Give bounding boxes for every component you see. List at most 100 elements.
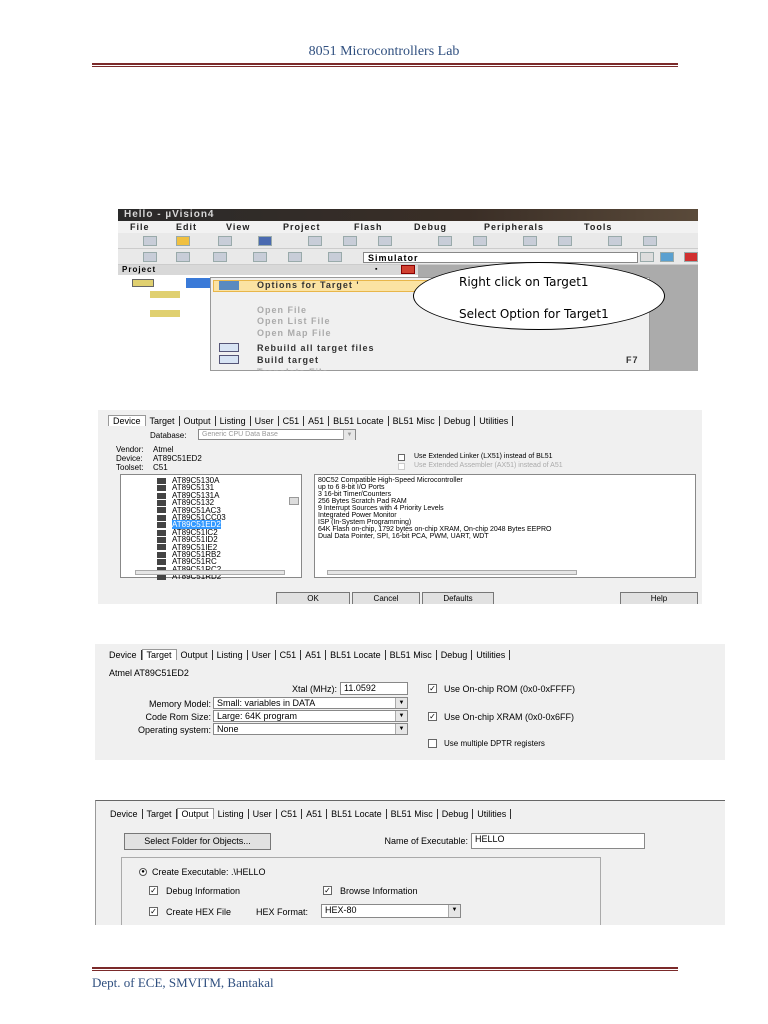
save-icon[interactable] <box>218 236 232 246</box>
redo-icon[interactable] <box>473 236 487 246</box>
memory-model-select[interactable]: Small: variables in DATA ▼ <box>213 697 408 709</box>
batch-build-icon[interactable] <box>253 252 267 262</box>
chevron-down-icon[interactable] <box>640 252 654 262</box>
menu-project[interactable]: Project <box>283 221 321 233</box>
context-menu-item[interactable]: Open List File <box>257 316 331 326</box>
menu-debug[interactable]: Debug <box>414 221 447 233</box>
os-select[interactable]: None ▼ <box>213 723 408 735</box>
rebuild-icon[interactable] <box>213 252 227 262</box>
tab-target[interactable]: Target <box>146 416 180 426</box>
tab-bl51-locate[interactable]: BL51 Locate <box>326 650 386 660</box>
tab-listing[interactable]: Listing <box>216 416 251 426</box>
device-tree-list[interactable]: AT89C5130A AT89C5131 AT89C5131A AT89C5132 AT… <box>120 474 302 581</box>
tab-c51[interactable]: C51 <box>276 650 302 660</box>
tab-listing[interactable]: Listing <box>214 809 249 819</box>
tab-c51[interactable]: C51 <box>277 809 303 819</box>
tab-a51[interactable]: A51 <box>301 650 327 660</box>
close-icon[interactable] <box>401 265 415 274</box>
help-button[interactable]: Help <box>620 592 698 604</box>
browse-info-checkbox[interactable]: ✓ <box>323 886 332 895</box>
create-exe-radio[interactable]: ● <box>139 868 147 876</box>
debug-info-checkbox[interactable]: ✓ <box>149 886 158 895</box>
download-icon[interactable] <box>328 252 342 262</box>
exe-name-input[interactable]: HELLO <box>471 833 645 849</box>
tab-bl51-misc[interactable]: BL51 Misc <box>387 809 438 819</box>
menu-tools[interactable]: Tools <box>584 221 612 233</box>
tab-a51[interactable]: A51 <box>302 809 328 819</box>
lx51-checkbox[interactable] <box>398 454 405 461</box>
target-options-icon[interactable] <box>660 252 674 262</box>
context-menu-item[interactable]: Translate File <box>257 367 329 371</box>
defaults-button[interactable]: Defaults <box>422 592 494 604</box>
xtal-input[interactable]: 11.0592 <box>340 682 408 695</box>
tab-bl51-misc[interactable]: BL51 Misc <box>389 416 440 426</box>
dptr-checkbox[interactable] <box>428 739 437 748</box>
menu-flash[interactable]: Flash <box>354 221 383 233</box>
create-hex-checkbox[interactable]: ✓ <box>149 907 158 916</box>
tab-output[interactable]: Output <box>177 650 213 660</box>
save-all-icon[interactable] <box>258 236 272 246</box>
nav-back-icon[interactable] <box>523 236 537 246</box>
pin-icon[interactable]: ▪ <box>375 266 383 274</box>
tab-debug[interactable]: Debug <box>438 809 474 819</box>
bookmark-prev-icon[interactable] <box>643 236 657 246</box>
menu-file[interactable]: File <box>130 221 150 233</box>
tab-target[interactable]: Target <box>141 649 177 660</box>
menu-edit[interactable]: Edit <box>176 221 197 233</box>
tab-listing[interactable]: Listing <box>213 650 248 660</box>
menu-peripherals[interactable]: Peripherals <box>484 221 544 233</box>
context-menu-item[interactable]: Open Map File <box>257 328 332 338</box>
cancel-button[interactable]: Cancel <box>352 592 420 604</box>
nav-forward-icon[interactable] <box>558 236 572 246</box>
hex-format-select[interactable]: HEX-80 ▼ <box>321 904 461 918</box>
context-menu-item[interactable]: Build target <box>257 355 319 365</box>
stop-build-icon[interactable] <box>288 252 302 262</box>
cut-icon[interactable] <box>308 236 322 246</box>
tab-target[interactable]: Target <box>143 809 177 819</box>
new-file-icon[interactable] <box>143 236 157 246</box>
horizontal-scrollbar[interactable] <box>135 570 285 575</box>
context-menu-item[interactable]: Options for Target ' <box>257 280 359 290</box>
tab-debug[interactable]: Debug <box>440 416 476 426</box>
tab-device[interactable]: Device <box>108 415 146 426</box>
tab-user[interactable]: User <box>251 416 279 426</box>
copy-icon[interactable] <box>343 236 357 246</box>
tab-bl51-misc[interactable]: BL51 Misc <box>386 650 437 660</box>
tab-bl51-locate[interactable]: BL51 Locate <box>329 416 389 426</box>
tab-user[interactable]: User <box>248 650 276 660</box>
tab-a51[interactable]: A51 <box>304 416 330 426</box>
context-menu-item[interactable]: Open File <box>257 305 307 315</box>
ok-button[interactable]: OK <box>276 592 350 604</box>
menu-view[interactable]: View <box>226 221 250 233</box>
code-rom-select[interactable]: Large: 64K program ▼ <box>213 710 408 722</box>
tab-debug[interactable]: Debug <box>437 650 473 660</box>
tab-device[interactable]: Device <box>105 650 142 660</box>
database-select[interactable]: Generic CPU Data Base ▼ <box>198 429 356 440</box>
bookmark-icon[interactable] <box>608 236 622 246</box>
tab-utilities[interactable]: Utilities <box>475 416 514 426</box>
tab-output[interactable]: Output <box>180 416 216 426</box>
project-tree-root[interactable] <box>132 279 154 287</box>
onchip-rom-checkbox[interactable]: ✓ <box>428 684 437 693</box>
tab-utilities[interactable]: Utilities <box>473 809 512 819</box>
onchip-xram-checkbox[interactable]: ✓ <box>428 712 437 721</box>
manage-components-icon[interactable] <box>684 252 698 262</box>
undo-icon[interactable] <box>438 236 452 246</box>
source-group-node[interactable] <box>150 310 180 317</box>
horizontal-scrollbar[interactable] <box>327 570 577 575</box>
tab-bl51-locate[interactable]: BL51 Locate <box>327 809 387 819</box>
tab-utilities[interactable]: Utilities <box>472 650 511 660</box>
tab-c51[interactable]: C51 <box>279 416 305 426</box>
build-icon[interactable] <box>176 252 190 262</box>
tab-user[interactable]: User <box>249 809 277 819</box>
target-select[interactable]: Simulator <box>363 252 638 263</box>
context-menu-item[interactable]: Rebuild all target files <box>257 343 375 353</box>
vertical-scrollbar[interactable] <box>289 497 299 505</box>
source-group-node[interactable] <box>150 291 180 298</box>
tab-device[interactable]: Device <box>106 809 143 819</box>
translate-icon[interactable] <box>143 252 157 262</box>
paste-icon[interactable] <box>378 236 392 246</box>
open-folder-icon[interactable] <box>176 236 190 246</box>
tab-output[interactable]: Output <box>176 808 214 819</box>
select-folder-button[interactable]: Select Folder for Objects... <box>124 833 271 850</box>
